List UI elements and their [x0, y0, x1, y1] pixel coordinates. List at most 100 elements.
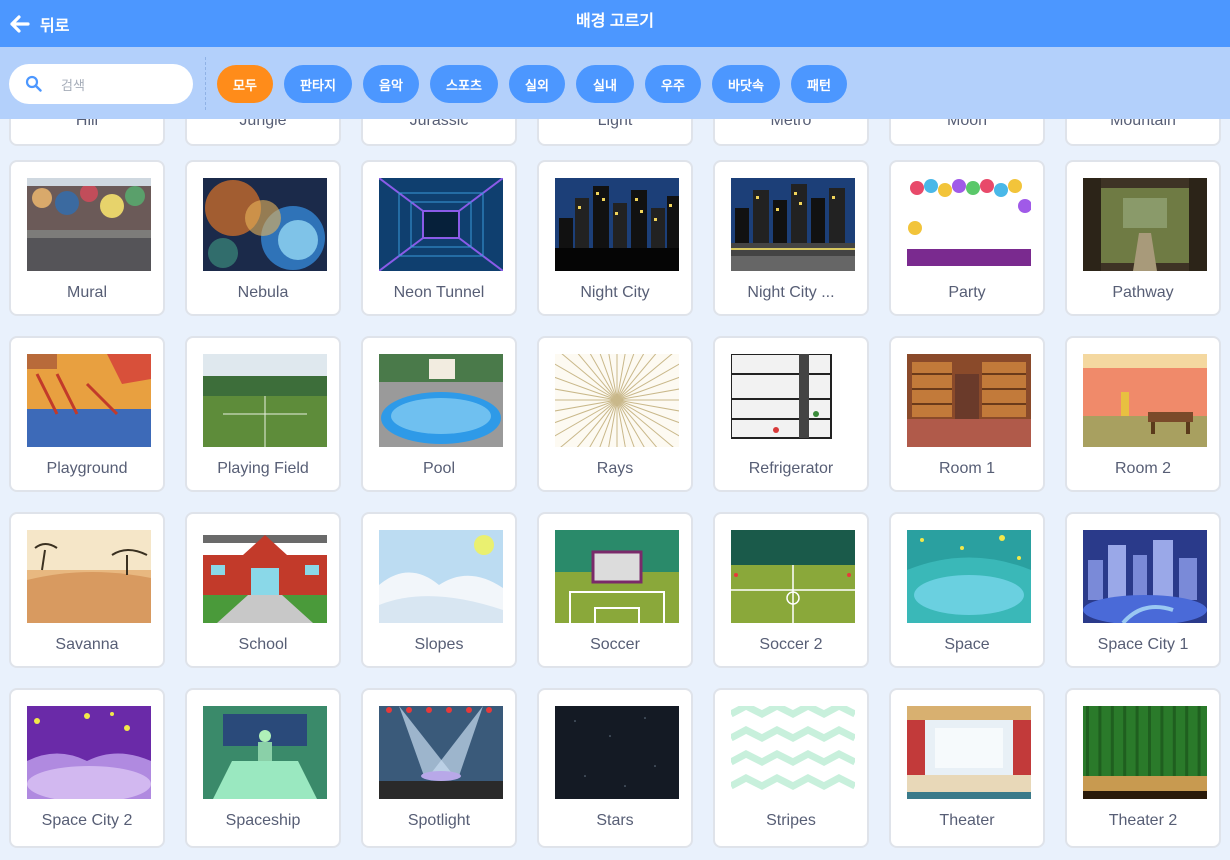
backdrop-thumbnail	[379, 354, 503, 447]
backdrop-label: Night City	[580, 284, 650, 301]
tag-category[interactable]: 패턴	[791, 65, 847, 103]
backdrop-label: Mural	[66, 284, 107, 301]
backdrop-thumbnail	[907, 706, 1031, 799]
backdrop-thumbnail	[27, 178, 151, 271]
backdrop-card[interactable]: Space City 2	[9, 688, 165, 848]
backdrop-label: Party	[948, 284, 986, 301]
backdrop-thumbnail	[555, 354, 679, 447]
backdrop-thumbnail	[203, 354, 327, 447]
backdrop-card[interactable]: Playground	[9, 336, 165, 492]
backdrop-label: Night City ...	[747, 284, 835, 301]
backdrop-card[interactable]: Savanna	[9, 512, 165, 668]
backdrop-card[interactable]: Refrigerator	[713, 336, 869, 492]
backdrop-label: Stripes	[766, 812, 816, 829]
backdrop-card[interactable]: Rays	[537, 336, 693, 492]
backdrop-thumbnail	[1083, 706, 1207, 799]
backdrop-label: Playing Field	[217, 460, 309, 477]
backdrop-card[interactable]: Spaceship	[185, 688, 341, 848]
backdrop-card[interactable]: Room 2	[1065, 336, 1221, 492]
backdrop-card[interactable]: School	[185, 512, 341, 668]
tag-all[interactable]: 모두	[217, 65, 273, 103]
backdrop-label: Room 1	[938, 460, 996, 477]
backdrop-card[interactable]: Stripes	[713, 688, 869, 848]
backdrop-label: Stars	[596, 812, 634, 829]
backdrop-thumbnail	[907, 530, 1031, 623]
page-title: 배경 고르기	[575, 13, 655, 30]
backdrop-thumbnail	[731, 706, 855, 799]
backdrop-thumbnail	[731, 178, 855, 271]
backdrop-card[interactable]: Stars	[537, 688, 693, 848]
backdrop-card[interactable]: Night City ...	[713, 160, 869, 316]
tag-category[interactable]: 우주	[645, 65, 701, 103]
tag-category[interactable]: 바닷속	[712, 65, 780, 103]
backdrop-card[interactable]: Party	[889, 160, 1045, 316]
backdrop-thumbnail	[379, 530, 503, 623]
backdrop-label: Soccer	[590, 636, 640, 653]
backdrop-thumbnail	[379, 178, 503, 271]
backdrop-label: Room 2	[1114, 460, 1172, 477]
backdrop-thumbnail	[203, 530, 327, 623]
tag-category[interactable]: 스포츠	[430, 65, 498, 103]
backdrop-thumbnail	[27, 354, 151, 447]
backdrop-card[interactable]: Pathway	[1065, 160, 1221, 316]
backdrop-thumbnail	[907, 178, 1031, 271]
backdrop-label: Playground	[46, 460, 128, 477]
backdrop-label: Neon Tunnel	[393, 284, 485, 301]
backdrop-label: Pool	[422, 460, 456, 477]
backdrop-thumbnail	[27, 706, 151, 799]
backdrop-label: Slopes	[414, 636, 464, 653]
backdrop-label: Spaceship	[225, 812, 301, 829]
backdrop-label: Space	[944, 636, 990, 653]
backdrop-thumbnail	[1083, 178, 1207, 271]
backdrop-card[interactable]: Slopes	[361, 512, 517, 668]
backdrop-label: Rays	[596, 460, 634, 477]
backdrop-card[interactable]: Soccer	[537, 512, 693, 668]
backdrop-thumbnail	[203, 706, 327, 799]
tag-category[interactable]: 음악	[363, 65, 419, 103]
backdrop-label: Spotlight	[407, 812, 471, 829]
backdrop-thumbnail	[1083, 530, 1207, 623]
backdrop-label: Theater 2	[1108, 812, 1178, 829]
backdrop-card[interactable]: Space City 1	[1065, 512, 1221, 668]
search-box[interactable]	[9, 64, 193, 104]
backdrop-thumbnail	[731, 354, 855, 447]
backdrop-thumbnail	[555, 706, 679, 799]
backdrop-label: Savanna	[55, 636, 119, 653]
backdrop-card[interactable]: Space	[889, 512, 1045, 668]
search-input[interactable]	[59, 73, 183, 97]
backdrop-thumbnail	[1083, 354, 1207, 447]
backdrop-card[interactable]: Nebula	[185, 160, 341, 316]
backdrop-label: Soccer 2	[759, 636, 823, 653]
backdrop-card[interactable]: Room 1	[889, 336, 1045, 492]
backdrop-thumbnail	[907, 354, 1031, 447]
backdrop-card[interactable]: Playing Field	[185, 336, 341, 492]
backdrop-card[interactable]: Mural	[9, 160, 165, 316]
backdrop-thumbnail	[555, 530, 679, 623]
backdrop-label: Nebula	[237, 284, 289, 301]
backdrop-card[interactable]: Soccer 2	[713, 512, 869, 668]
backdrop-label: School	[238, 636, 288, 653]
backdrop-thumbnail	[27, 530, 151, 623]
backdrop-card[interactable]: Theater	[889, 688, 1045, 848]
filter-bar: 모두 판타지 음악 스포츠 실외 실내 우주 바닷속 패턴	[0, 47, 1230, 119]
backdrop-thumbnail	[379, 706, 503, 799]
backdrop-thumbnail	[555, 178, 679, 271]
header: 뒤로 배경 고르기	[0, 0, 1230, 47]
backdrop-label: Pathway	[1112, 284, 1174, 301]
tag-category[interactable]: 실내	[576, 65, 634, 103]
tag-category[interactable]: 실외	[509, 65, 565, 103]
backdrop-thumbnail	[731, 530, 855, 623]
tag-category[interactable]: 판타지	[284, 65, 352, 103]
backdrop-label: Refrigerator	[748, 460, 834, 477]
divider	[205, 57, 206, 110]
backdrop-label: Space City 2	[41, 812, 133, 829]
backdrop-card[interactable]: Spotlight	[361, 688, 517, 848]
backdrop-label: Theater	[939, 812, 995, 829]
search-icon	[25, 75, 42, 92]
backdrop-thumbnail	[203, 178, 327, 271]
backdrop-label: Space City 1	[1097, 636, 1189, 653]
backdrop-card[interactable]: Night City	[537, 160, 693, 316]
backdrop-card[interactable]: Neon Tunnel	[361, 160, 517, 316]
backdrop-card[interactable]: Pool	[361, 336, 517, 492]
backdrop-card[interactable]: Theater 2	[1065, 688, 1221, 848]
